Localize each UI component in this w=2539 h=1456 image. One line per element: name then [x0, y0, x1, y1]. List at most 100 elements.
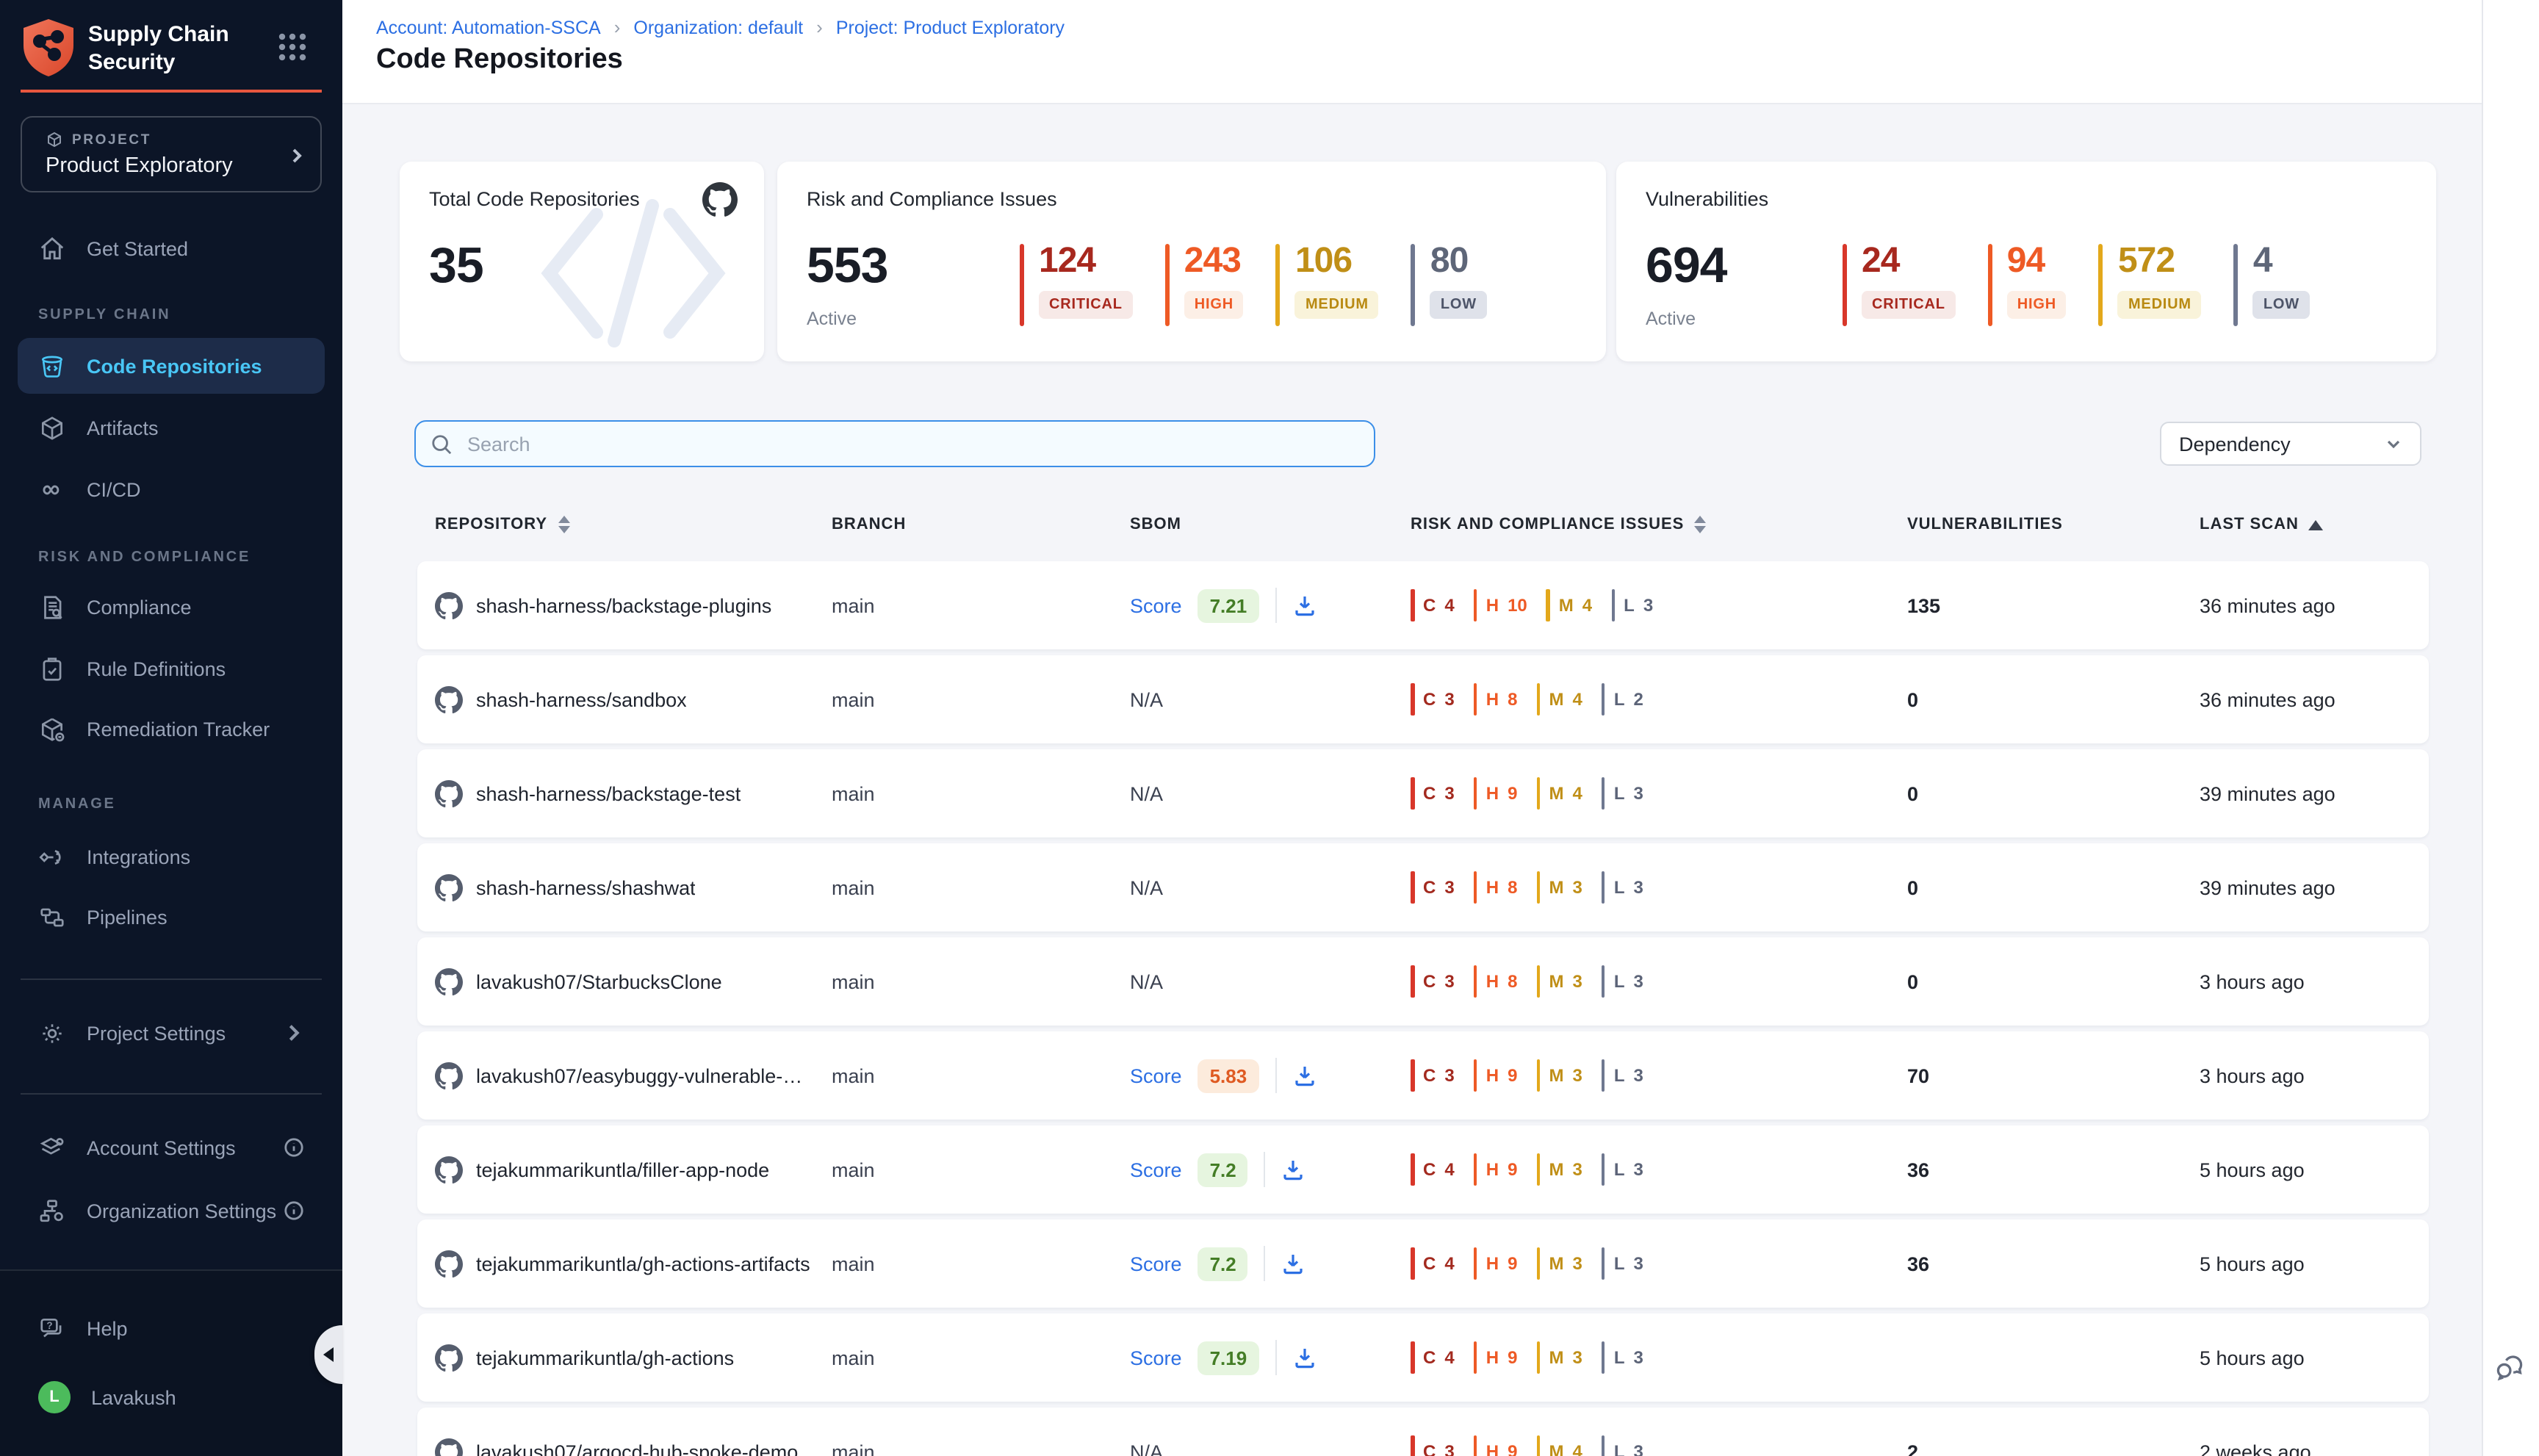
- critical-count: C3: [1411, 1435, 1455, 1456]
- download-icon[interactable]: [1292, 1346, 1316, 1369]
- critical-count: C3: [1411, 1059, 1455, 1092]
- sidebar-item-label: Get Started: [87, 237, 188, 259]
- table-row[interactable]: lavakush07/easybuggy-vulnerable-app... m…: [417, 1031, 2429, 1120]
- sbom-cell: N/A: [1130, 782, 1411, 804]
- high-count: H10: [1474, 589, 1527, 621]
- repository-name[interactable]: lavakush07/argocd-hub-spoke-demo: [476, 1441, 798, 1456]
- sidebar-item-compliance[interactable]: Compliance: [0, 576, 342, 638]
- sbom-type-dropdown[interactable]: Dependency: [2160, 422, 2421, 466]
- download-icon[interactable]: [1292, 594, 1316, 617]
- table-row[interactable]: shash-harness/sandbox main N/A C3 H8 M4 …: [417, 655, 2429, 743]
- divider: [1275, 1058, 1276, 1093]
- table-row[interactable]: tejakummarikuntla/filler-app-node main S…: [417, 1125, 2429, 1214]
- repository-name[interactable]: tejakummarikuntla/filler-app-node: [476, 1158, 769, 1181]
- project-selector[interactable]: PROJECT Product Exploratory: [21, 116, 322, 192]
- sbom-cell: Score 7.19: [1130, 1340, 1411, 1375]
- sidebar-item-rule-definitions[interactable]: Rule Definitions: [0, 638, 342, 699]
- sidebar-item-code-repositories[interactable]: Code Repositories: [0, 335, 342, 397]
- severity-badge: HIGH: [1184, 291, 1244, 319]
- sidebar-item-integrations[interactable]: Integrations: [0, 826, 342, 887]
- repository-name[interactable]: shash-harness/backstage-test: [476, 782, 741, 804]
- breadcrumb-account-link[interactable]: Account: Automation-SSCA: [376, 17, 601, 37]
- info-icon[interactable]: [284, 1137, 304, 1158]
- branch-name: main: [832, 1253, 1130, 1275]
- total-repositories-card: Total Code Repositories 35: [400, 162, 764, 361]
- sbom-na: N/A: [1130, 876, 1163, 898]
- sbom-score-link[interactable]: Score: [1130, 1253, 1182, 1275]
- critical-count: C4: [1411, 1341, 1455, 1374]
- sbom-na: N/A: [1130, 1441, 1163, 1456]
- medium-count: M3: [1536, 1341, 1582, 1374]
- high-count: H9: [1474, 777, 1518, 810]
- sbom-score-link[interactable]: Score: [1130, 1064, 1182, 1086]
- info-icon[interactable]: [284, 1200, 304, 1221]
- column-header-risk-issues[interactable]: RISK AND COMPLIANCE ISSUES: [1411, 516, 1907, 533]
- github-icon: [435, 967, 463, 995]
- pipelines-icon: [38, 903, 66, 931]
- table-row[interactable]: shash-harness/shashwat main N/A C3 H8 M3…: [417, 843, 2429, 931]
- high-count: H8: [1474, 965, 1518, 998]
- sidebar-item-project-settings[interactable]: Project Settings: [0, 1002, 342, 1064]
- risk-issues-cell: C4 H9 M3 L3: [1411, 1153, 1907, 1186]
- critical-count: C4: [1411, 1247, 1455, 1280]
- last-scan-time: 2 weeks ago: [2200, 1441, 2429, 1456]
- sidebar-item-help[interactable]: ? Help: [0, 1297, 342, 1359]
- table-row[interactable]: lavakush07/argocd-hub-spoke-demo main N/…: [417, 1408, 2429, 1456]
- sbom-cell: N/A: [1130, 1441, 1411, 1456]
- repository-name[interactable]: shash-harness/shashwat: [476, 876, 696, 898]
- breadcrumb-project-link[interactable]: Project: Product Exploratory: [836, 17, 1065, 37]
- breadcrumb-organization-link[interactable]: Organization: default: [633, 17, 803, 37]
- column-header-repository[interactable]: REPOSITORY: [435, 516, 832, 533]
- last-scan-time: 36 minutes ago: [2200, 688, 2429, 710]
- search-input[interactable]: [464, 431, 1359, 456]
- chat-bubbles-icon[interactable]: [2493, 1352, 2526, 1384]
- help-chat-icon: ?: [38, 1314, 66, 1342]
- user-menu[interactable]: L Lavakush: [0, 1366, 342, 1428]
- table-row[interactable]: shash-harness/backstage-test main N/A C3…: [417, 749, 2429, 837]
- app-switcher-grid-icon[interactable]: [276, 31, 309, 63]
- search-icon: [431, 433, 453, 455]
- sbom-score-badge: 7.2: [1198, 1153, 1248, 1186]
- sidebar-item-organization-settings[interactable]: Organization Settings: [0, 1180, 342, 1241]
- column-header-last-scan[interactable]: LAST SCAN: [2200, 516, 2429, 533]
- repository-name[interactable]: tejakummarikuntla/gh-actions: [476, 1347, 734, 1369]
- repository-name[interactable]: tejakummarikuntla/gh-actions-artifacts: [476, 1253, 810, 1275]
- sbom-score-link[interactable]: Score: [1130, 594, 1182, 616]
- sbom-score-badge: 7.2: [1198, 1247, 1248, 1280]
- critical-count: C3: [1411, 965, 1455, 998]
- critical-count: C3: [1411, 871, 1455, 904]
- branch-name: main: [832, 1158, 1130, 1181]
- repository-name[interactable]: lavakush07/StarbucksClone: [476, 970, 722, 992]
- table-row[interactable]: shash-harness/backstage-plugins main Sco…: [417, 561, 2429, 649]
- github-icon: [435, 1156, 463, 1183]
- sidebar-item-cicd[interactable]: CI/CD: [0, 458, 342, 520]
- last-scan-time: 39 minutes ago: [2200, 876, 2429, 898]
- table-row[interactable]: tejakummarikuntla/gh-actions-artifacts m…: [417, 1219, 2429, 1308]
- sidebar-item-label: Pipelines: [87, 906, 168, 928]
- card-label: Risk and Compliance Issues: [807, 188, 1057, 210]
- low-count: L3: [1611, 589, 1653, 621]
- clipboard-check-icon: [38, 655, 66, 682]
- sidebar-item-remediation-tracker[interactable]: Remediation Tracker: [0, 698, 342, 760]
- repository-name[interactable]: lavakush07/easybuggy-vulnerable-app...: [476, 1064, 811, 1086]
- risk-compliance-card: Risk and Compliance Issues 553 Active 12…: [777, 162, 1606, 361]
- repository-name[interactable]: shash-harness/backstage-plugins: [476, 594, 771, 616]
- last-scan-time: 5 hours ago: [2200, 1347, 2429, 1369]
- download-icon[interactable]: [1282, 1158, 1305, 1181]
- sidebar-footer: ? Help L Lavakush: [0, 1269, 342, 1456]
- repository-name[interactable]: shash-harness/sandbox: [476, 688, 687, 710]
- download-icon[interactable]: [1292, 1064, 1316, 1087]
- sbom-score-link[interactable]: Score: [1130, 1158, 1182, 1181]
- sidebar-item-label: CI/CD: [87, 478, 141, 500]
- download-icon[interactable]: [1282, 1252, 1305, 1275]
- severity-badge: MEDIUM: [2118, 291, 2202, 319]
- risk-issues-cell: C3 H9 M4 L3: [1411, 777, 1907, 810]
- sidebar-item-account-settings[interactable]: Account Settings: [0, 1117, 342, 1178]
- sidebar-item-pipelines[interactable]: Pipelines: [0, 886, 342, 948]
- sbom-score-link[interactable]: Score: [1130, 1347, 1182, 1369]
- table-row[interactable]: lavakush07/StarbucksClone main N/A C3 H8…: [417, 937, 2429, 1026]
- cube-wrench-icon: [38, 715, 66, 743]
- sidebar-item-artifacts[interactable]: Artifacts: [0, 397, 342, 458]
- sidebar-item-get-started[interactable]: Get Started: [0, 217, 342, 279]
- table-row[interactable]: tejakummarikuntla/gh-actions main Score …: [417, 1313, 2429, 1402]
